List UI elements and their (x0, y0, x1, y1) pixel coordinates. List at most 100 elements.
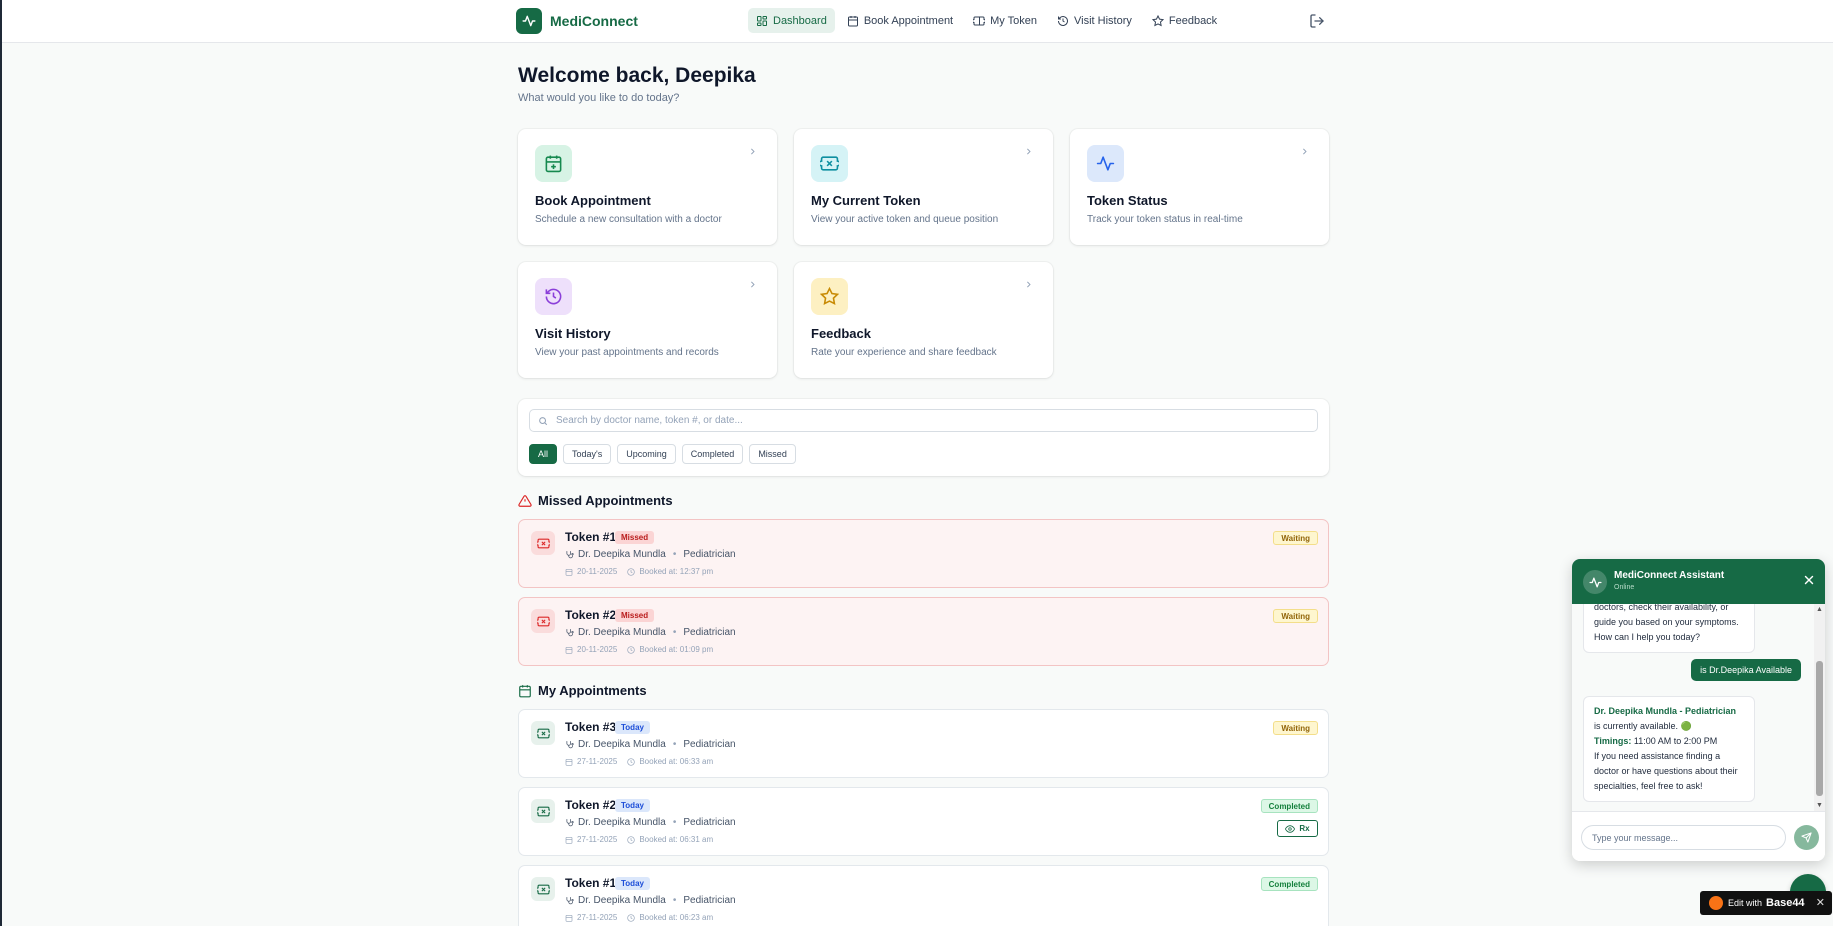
close-icon[interactable] (1802, 573, 1816, 587)
ticket-icon (531, 799, 555, 823)
bot-help-text: If you need assistance finding a doctor … (1594, 751, 1738, 791)
logout-icon[interactable] (1309, 13, 1325, 29)
chevron-right-icon (1027, 148, 1031, 155)
main-nav: Dashboard Book Appointment My Token Visi… (748, 8, 1225, 33)
status-badge: Waiting (1273, 721, 1318, 735)
filter-all[interactable]: All (529, 444, 558, 464)
view-prescription-button[interactable]: Rx (1277, 820, 1318, 837)
appointment-meta: 20-11-2025 Booked at: 12:37 pm (565, 567, 713, 576)
card-title: Token Status (1087, 193, 1168, 208)
nav-book-appointment[interactable]: Book Appointment (839, 8, 961, 33)
filter-panel: All Today's Upcoming Completed Missed (518, 399, 1329, 476)
search-input[interactable] (556, 415, 1296, 426)
bot-availability: is currently available. 🟢 (1594, 721, 1692, 731)
nav-feedback[interactable]: Feedback (1144, 8, 1225, 33)
calendar-icon (847, 15, 858, 26)
doctor-name: Dr. Deepika Mundla (578, 627, 666, 638)
pulse-icon (1583, 570, 1607, 594)
nav-my-token-label: My Token (990, 14, 1037, 27)
star-icon (811, 278, 848, 315)
token-number: Token #2 (565, 608, 617, 622)
doctor-info: Dr. Deepika Mundla • Pediatrician (565, 549, 736, 560)
filter-upcoming[interactable]: Upcoming (617, 444, 676, 464)
doctor-info: Dr. Deepika Mundla • Pediatrician (565, 627, 736, 638)
clock-icon (627, 913, 635, 922)
filter-missed[interactable]: Missed (749, 444, 796, 464)
bot-timings: Timings: 11:00 AM to 2:00 PM (1594, 736, 1718, 746)
card-desc: Rate your experience and share feedback (811, 347, 997, 358)
chat-title: MediConnect Assistant (1614, 570, 1725, 581)
card-token-status[interactable]: Token Status Track your token status in … (1070, 129, 1329, 245)
chat-message-input[interactable] (1581, 825, 1786, 850)
scroll-down-arrow-icon[interactable]: ▼ (1816, 802, 1823, 809)
appointment-card[interactable]: Token #1 Missed Dr. Deepika Mundla • Ped… (518, 519, 1329, 588)
calendar-icon (565, 646, 573, 654)
bot-message: Dr. Deepika Mundla - Pediatrician is cur… (1583, 696, 1755, 802)
search-box[interactable] (529, 409, 1318, 432)
doctor-name: Dr. Deepika Mundla (578, 817, 666, 828)
edit-text: Edit with (1728, 898, 1763, 908)
clock-icon (627, 757, 635, 766)
appointment-card[interactable]: Token #2 Missed Dr. Deepika Mundla • Ped… (518, 597, 1329, 666)
send-button[interactable] (1794, 825, 1819, 850)
status-badge: Waiting (1273, 609, 1318, 623)
ticket-icon (973, 16, 986, 25)
clock-icon (627, 835, 635, 844)
card-desc: Schedule a new consultation with a docto… (535, 214, 722, 225)
my-appointments-title: My Appointments (518, 683, 647, 698)
nav-visit-history[interactable]: Visit History (1049, 8, 1140, 33)
top-navbar: MediConnect Dashboard Book Appointment M… (2, 0, 1833, 43)
appointment-card[interactable]: Token #1 Today Dr. Deepika Mundla • Pedi… (518, 865, 1329, 926)
stethoscope-icon (566, 551, 574, 559)
scroll-thumb[interactable] (1816, 661, 1823, 796)
ticket-icon (811, 145, 848, 182)
nav-dashboard[interactable]: Dashboard (748, 8, 835, 33)
edit-with-base44-badge[interactable]: Edit with Base44 ✕ (1700, 891, 1832, 915)
appointment-meta: 27-11-2025 Booked at: 06:23 am (565, 913, 713, 922)
chevron-right-icon (1303, 148, 1307, 155)
doctor-specialty: Pediatrician (683, 895, 736, 906)
card-visit-history[interactable]: Visit History View your past appointment… (518, 262, 777, 378)
history-icon (535, 278, 572, 315)
card-title: Visit History (535, 326, 611, 341)
page-subtitle: What would you like to do today? (518, 92, 680, 104)
booked-time: Booked at: 12:37 pm (639, 567, 714, 576)
doctor-specialty: Pediatrician (683, 817, 736, 828)
filter-chips: All Today's Upcoming Completed Missed (529, 444, 796, 464)
appointment-date: 27-11-2025 (577, 835, 618, 844)
pulse-logo-icon (516, 8, 542, 34)
filter-today[interactable]: Today's (563, 444, 612, 464)
appointment-card[interactable]: Token #2 Today Dr. Deepika Mundla • Pedi… (518, 787, 1329, 856)
booked-time: Booked at: 06:23 am (639, 913, 714, 922)
doctor-info: Dr. Deepika Mundla • Pediatrician (565, 895, 736, 906)
filter-completed[interactable]: Completed (681, 444, 744, 464)
close-badge-icon[interactable]: ✕ (1816, 896, 1825, 909)
appointment-meta: 20-11-2025 Booked at: 01:09 pm (565, 645, 713, 654)
send-icon (1801, 832, 1812, 843)
clock-icon (627, 645, 635, 654)
brand[interactable]: MediConnect (516, 8, 638, 34)
stethoscope-icon (566, 629, 574, 637)
chat-scrollbar[interactable]: ▲ ▼ (1814, 604, 1825, 811)
missed-badge: Missed (615, 531, 655, 544)
appointment-meta: 27-11-2025 Booked at: 06:31 am (565, 835, 713, 844)
doctor-specialty: Pediatrician (683, 739, 736, 750)
doctor-info: Dr. Deepika Mundla • Pediatrician (565, 817, 736, 828)
card-feedback[interactable]: Feedback Rate your experience and share … (794, 262, 1053, 378)
token-number: Token #3 (565, 720, 617, 734)
nav-my-token[interactable]: My Token (965, 8, 1045, 33)
appointment-date: 20-11-2025 (577, 645, 618, 654)
appointment-card[interactable]: Token #3 Today Dr. Deepika Mundla • Pedi… (518, 709, 1329, 778)
card-my-current-token[interactable]: My Current Token View your active token … (794, 129, 1053, 245)
missed-section-label: Missed Appointments (538, 493, 673, 508)
card-book-appointment[interactable]: Book Appointment Schedule a new consulta… (518, 129, 777, 245)
scroll-up-arrow-icon[interactable]: ▲ (1816, 606, 1823, 613)
chevron-right-icon (1027, 281, 1031, 288)
chat-messages[interactable]: doctors, check their availability, or gu… (1572, 604, 1825, 811)
activity-icon (1087, 145, 1124, 182)
rx-label: Rx (1299, 824, 1310, 833)
calendar-icon (565, 836, 573, 844)
booked-time: Booked at: 01:09 pm (639, 645, 714, 654)
alert-triangle-icon (518, 494, 532, 507)
bot-doctor-name: Dr. Deepika Mundla - Pediatrician (1594, 706, 1737, 716)
